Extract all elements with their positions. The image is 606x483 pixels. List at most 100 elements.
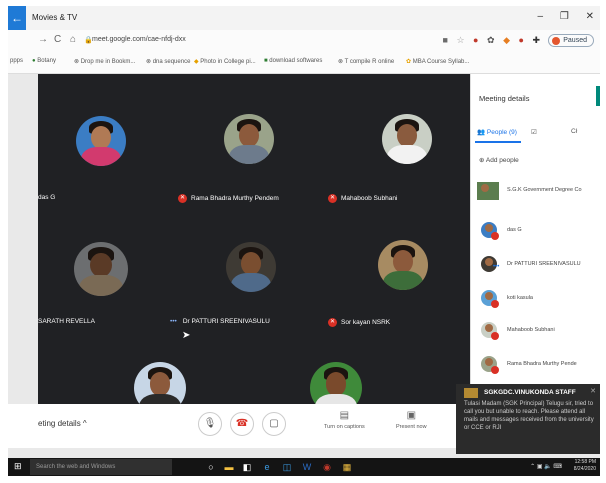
forward-button[interactable]: → xyxy=(38,34,48,45)
participant-name-speaking: ••• Dr PATTURI SREENIVASULU xyxy=(170,318,270,325)
maximize-button[interactable]: ❐ xyxy=(560,11,569,22)
people-list-item[interactable]: das G xyxy=(471,220,600,244)
camera-button[interactable]: ▢ xyxy=(262,412,286,436)
participant-avatar[interactable] xyxy=(382,114,432,164)
clock-time: 12:58 PM xyxy=(574,459,596,465)
microphone-button[interactable]: 🎙 xyxy=(198,412,222,436)
mic-off-badge xyxy=(491,332,499,340)
close-button[interactable]: ✕ xyxy=(586,11,594,22)
back-arrow-icon[interactable]: ← xyxy=(8,6,26,30)
people-list-item[interactable]: S.G.K Government Degree Co xyxy=(471,180,600,204)
tab-attachments[interactable]: ☑ xyxy=(531,128,537,136)
globe-icon: ⊗ xyxy=(146,59,153,65)
tab-people[interactable]: 👥 People (9) xyxy=(477,128,517,136)
star-icon[interactable]: ☆ xyxy=(456,35,464,45)
participant-name-muted: ✕ Sor kayan NSRK xyxy=(328,318,391,327)
face-shape xyxy=(239,124,259,147)
participant-avatar[interactable] xyxy=(310,362,362,404)
notification-toast[interactable]: SGKGDC.VINUKONDA STAFF ✕ Tulasi Madam (S… xyxy=(456,384,600,454)
head-shape xyxy=(485,358,493,366)
system-tray-icons[interactable]: ⌃ ▣ 🔈 ⌨ xyxy=(530,463,562,470)
files-icon[interactable]: ▦ xyxy=(340,460,354,474)
participant-avatar[interactable] xyxy=(76,116,126,166)
person-name: Rama Bhadra Murthy Pende xyxy=(507,361,577,367)
bookmark-item[interactable]: ● Botany xyxy=(32,58,56,64)
window-controls: – ❐ ✕ xyxy=(524,11,594,22)
face-shape xyxy=(325,372,347,396)
meet-bottom-left xyxy=(8,404,38,448)
captions-button[interactable]: ▤ Turn on captions xyxy=(324,410,365,430)
meeting-details-toggle[interactable]: eting details ^ xyxy=(38,419,87,428)
present-now-button[interactable]: ▣ Present now xyxy=(396,410,427,430)
meet-control-bar: eting details ^ 🎙 ☎ ▢ ▤ Turn on captions… xyxy=(38,404,470,448)
participant-avatar[interactable] xyxy=(226,242,276,292)
people-list-item[interactable]: Rama Bhadra Murthy Pende xyxy=(471,354,600,378)
people-list-item[interactable]: koti kasula xyxy=(471,288,600,312)
extension-icons: ■ ☆ ● ✿ ◆ ● ✚ xyxy=(437,35,541,46)
close-icon[interactable]: ✕ xyxy=(590,387,596,395)
face-shape xyxy=(393,250,413,273)
people-list-item[interactable]: Mahaboob Subhani xyxy=(471,320,600,344)
face-shape xyxy=(90,252,112,278)
windows-start-icon[interactable]: ⊞ xyxy=(14,461,22,472)
word-icon[interactable]: W xyxy=(300,460,314,474)
taskbar-search-box[interactable]: Search the web and Windows xyxy=(30,459,172,475)
extension-red-icon[interactable]: ● xyxy=(473,35,478,45)
add-people-button[interactable]: ⊕ Add people xyxy=(479,156,519,164)
file-explorer-icon[interactable]: ▬ xyxy=(222,460,236,474)
people-list-item[interactable]: ••• Dr PATTURI SREENIVASULU xyxy=(471,254,600,278)
bookmark-item[interactable]: ppps xyxy=(10,58,23,64)
participant-name: das G xyxy=(38,194,56,201)
extensions-puzzle-icon[interactable]: ✚ xyxy=(532,35,540,45)
panel-accent xyxy=(596,86,600,106)
contact-avatar-icon xyxy=(464,388,478,398)
stage-left-gutter xyxy=(8,74,38,424)
captions-icon: ▤ xyxy=(339,410,350,421)
meet-video-grid: das G ✕ Rama Bhadra Murthy Pendem ✕ Mahabo… xyxy=(38,74,470,404)
captions-label: Turn on captions xyxy=(324,424,365,430)
bookmark-item[interactable]: ⊗ Drop me in Bookm... xyxy=(74,58,135,65)
minimize-button[interactable]: – xyxy=(538,11,544,22)
profile-paused-button[interactable]: Paused xyxy=(548,34,594,47)
globe-icon: ⊗ xyxy=(74,59,81,65)
face-shape xyxy=(91,126,111,149)
task-view-icon[interactable]: ○ xyxy=(204,460,218,474)
extension-gear-icon[interactable]: ✿ xyxy=(487,35,495,45)
participant-avatar[interactable] xyxy=(74,242,128,296)
extension-pin-icon[interactable]: ● xyxy=(519,35,524,45)
edge-icon[interactable]: e xyxy=(260,460,274,474)
body-shape xyxy=(315,394,357,404)
store-icon[interactable]: ◧ xyxy=(240,460,254,474)
body-shape xyxy=(139,394,181,404)
participant-avatar[interactable] xyxy=(224,114,274,164)
bookmark-item[interactable]: ■ download softwares xyxy=(264,58,322,64)
participant-avatar[interactable] xyxy=(134,362,186,404)
extension-orange-icon[interactable]: ◆ xyxy=(503,35,510,45)
face-shape xyxy=(241,252,261,275)
app-icon[interactable]: ◫ xyxy=(280,460,294,474)
chrome-icon[interactable]: ◉ xyxy=(320,460,334,474)
tab-underline xyxy=(475,141,521,143)
reload-button[interactable]: C xyxy=(54,34,61,45)
head-shape xyxy=(481,184,489,192)
body-shape xyxy=(229,145,269,164)
bookmark-item[interactable]: ✿ MBA Course Syllab... xyxy=(406,58,469,65)
speaking-indicator: ••• xyxy=(170,318,177,325)
cast-icon[interactable]: ■ xyxy=(443,35,448,45)
home-button[interactable]: ⌂ xyxy=(70,34,76,45)
bookmark-item[interactable]: ◆ Photo in College pi... xyxy=(194,58,256,65)
person-name: koti kasula xyxy=(507,295,533,301)
participant-name-muted: ✕ Mahaboob Subhani xyxy=(328,194,398,203)
address-bar[interactable]: meet.google.com/cae-nfdj-dxx xyxy=(92,36,186,43)
body-shape xyxy=(81,147,121,166)
head-shape xyxy=(485,292,493,300)
end-call-button[interactable]: ☎ xyxy=(230,412,254,436)
bookmark-item[interactable]: ⊗ dna sequence xyxy=(146,58,190,65)
participant-name: SARATH REVELLA xyxy=(38,318,95,325)
head-shape xyxy=(485,258,493,266)
clock[interactable]: 12:58 PM 8/24/2020 xyxy=(574,459,596,473)
participant-avatar[interactable] xyxy=(378,240,428,290)
clock-date: 8/24/2020 xyxy=(573,466,596,472)
tab-chat[interactable]: Cł xyxy=(571,128,577,135)
bookmark-item[interactable]: ⊗ T compile R online xyxy=(338,58,394,65)
